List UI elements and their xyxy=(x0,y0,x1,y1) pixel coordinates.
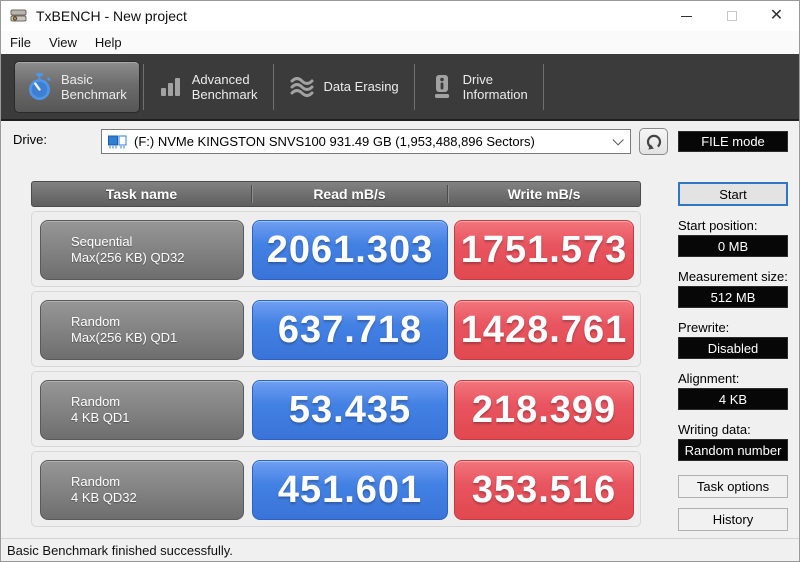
menu-view[interactable]: View xyxy=(40,31,86,54)
toolbar-separator xyxy=(413,63,415,110)
status-message: Basic Benchmark finished successfully. xyxy=(7,542,233,558)
start-position-label: Start position: xyxy=(678,218,758,233)
tab-label: Drive Information xyxy=(462,71,528,102)
toolbar-separator xyxy=(272,63,274,110)
read-value-box: 637.718 xyxy=(252,300,448,360)
stopwatch-icon xyxy=(29,72,51,100)
task-name: Sequential Max(256 KB) QD32 xyxy=(71,234,185,265)
drive-select[interactable]: (F:) NVMe KINGSTON SNVS100 931.49 GB (1,… xyxy=(101,129,631,154)
settings-sidebar: FILE mode Start Start position: 0 MB Mea… xyxy=(678,131,788,531)
task-name: Random 4 KB QD32 xyxy=(71,474,137,505)
minimize-icon xyxy=(681,15,692,17)
bar-chart-icon xyxy=(160,77,180,96)
task-name: Random Max(256 KB) QD1 xyxy=(71,314,178,345)
read-value-box: 2061.303 xyxy=(252,220,448,280)
menu-file[interactable]: File xyxy=(1,31,40,54)
prewrite-label: Prewrite: xyxy=(678,320,730,335)
header-write: Write mB/s xyxy=(507,186,581,202)
measurement-size-value: 512 MB xyxy=(678,286,788,308)
tab-advanced-benchmark[interactable]: Advanced Benchmark xyxy=(147,61,270,113)
drive-selected-value: (F:) NVMe KINGSTON SNVS100 931.49 GB (1,… xyxy=(134,134,535,149)
history-button[interactable]: History xyxy=(678,508,788,531)
refresh-drives-button[interactable] xyxy=(639,128,668,155)
drive-icon xyxy=(108,135,127,149)
table-row: Sequential Max(256 KB) QD32 2061.303 175… xyxy=(31,211,641,287)
file-mode-badge: FILE mode xyxy=(678,131,788,152)
tab-label: Advanced Benchmark xyxy=(191,71,258,102)
task-options-button[interactable]: Task options xyxy=(678,475,788,498)
header-task-name: Task name xyxy=(105,186,178,202)
write-value-box: 1751.573 xyxy=(454,220,634,280)
read-value-box: 451.601 xyxy=(252,460,448,520)
tab-drive-information[interactable]: Drive Information xyxy=(418,61,540,113)
tab-basic-benchmark[interactable]: Basic Benchmark xyxy=(14,60,140,113)
task-name-box: Random Max(256 KB) QD1 xyxy=(40,300,244,360)
write-value-box: 353.516 xyxy=(454,460,634,520)
write-value-box: 218.399 xyxy=(454,380,634,440)
task-name-box: Random 4 KB QD1 xyxy=(40,380,244,440)
alignment-label: Alignment: xyxy=(678,371,740,386)
refresh-icon xyxy=(646,134,661,149)
maximize-icon xyxy=(726,11,737,21)
task-name: Random 4 KB QD1 xyxy=(71,394,130,425)
status-bar: Basic Benchmark finished successfully. xyxy=(1,538,799,561)
writing-data-value: Random number xyxy=(678,439,788,461)
close-icon: ✕ xyxy=(769,7,784,24)
prewrite-value: Disabled xyxy=(678,337,788,359)
toolbar-separator xyxy=(542,63,544,110)
table-row: Random Max(256 KB) QD1 637.718 1428.761 xyxy=(31,291,641,367)
tab-data-erasing[interactable]: Data Erasing xyxy=(277,61,411,113)
menu-bar: File View Help xyxy=(1,31,799,54)
table-row: Random 4 KB QD1 53.435 218.399 xyxy=(31,371,641,447)
table-header: Task name Read mB/s Write mB/s xyxy=(31,181,641,207)
drive-info-icon xyxy=(434,74,449,98)
benchmark-table: Task name Read mB/s Write mB/s Sequentia… xyxy=(31,181,641,527)
app-icon xyxy=(10,9,27,22)
tab-label: Basic Benchmark xyxy=(61,71,127,102)
write-value-box: 1428.761 xyxy=(454,300,634,360)
maximize-button[interactable] xyxy=(709,1,754,31)
toolbar: Basic Benchmark Advanced Benchmark Data … xyxy=(1,54,799,121)
title-bar: TxBENCH - New project ✕ xyxy=(1,1,799,31)
minimize-button[interactable] xyxy=(664,1,709,31)
close-button[interactable]: ✕ xyxy=(754,1,799,31)
toolbar-separator xyxy=(142,63,144,110)
read-value-box: 53.435 xyxy=(252,380,448,440)
table-row: Random 4 KB QD32 451.601 353.516 xyxy=(31,451,641,527)
start-position-value: 0 MB xyxy=(678,235,788,257)
drive-label: Drive: xyxy=(13,132,47,147)
alignment-value: 4 KB xyxy=(678,388,788,410)
task-name-box: Sequential Max(256 KB) QD32 xyxy=(40,220,244,280)
app-window: TxBENCH - New project ✕ File View Help B… xyxy=(0,0,800,562)
menu-help[interactable]: Help xyxy=(86,31,131,54)
writing-data-label: Writing data: xyxy=(678,422,751,437)
start-button[interactable]: Start xyxy=(678,182,788,206)
task-name-box: Random 4 KB QD32 xyxy=(40,460,244,520)
chevron-down-icon xyxy=(612,133,624,146)
window-title: TxBENCH - New project xyxy=(36,8,187,24)
measurement-size-label: Measurement size: xyxy=(678,269,788,284)
erase-waves-icon xyxy=(290,76,313,97)
tab-label: Data Erasing xyxy=(323,79,399,94)
header-read: Read mB/s xyxy=(313,186,386,202)
